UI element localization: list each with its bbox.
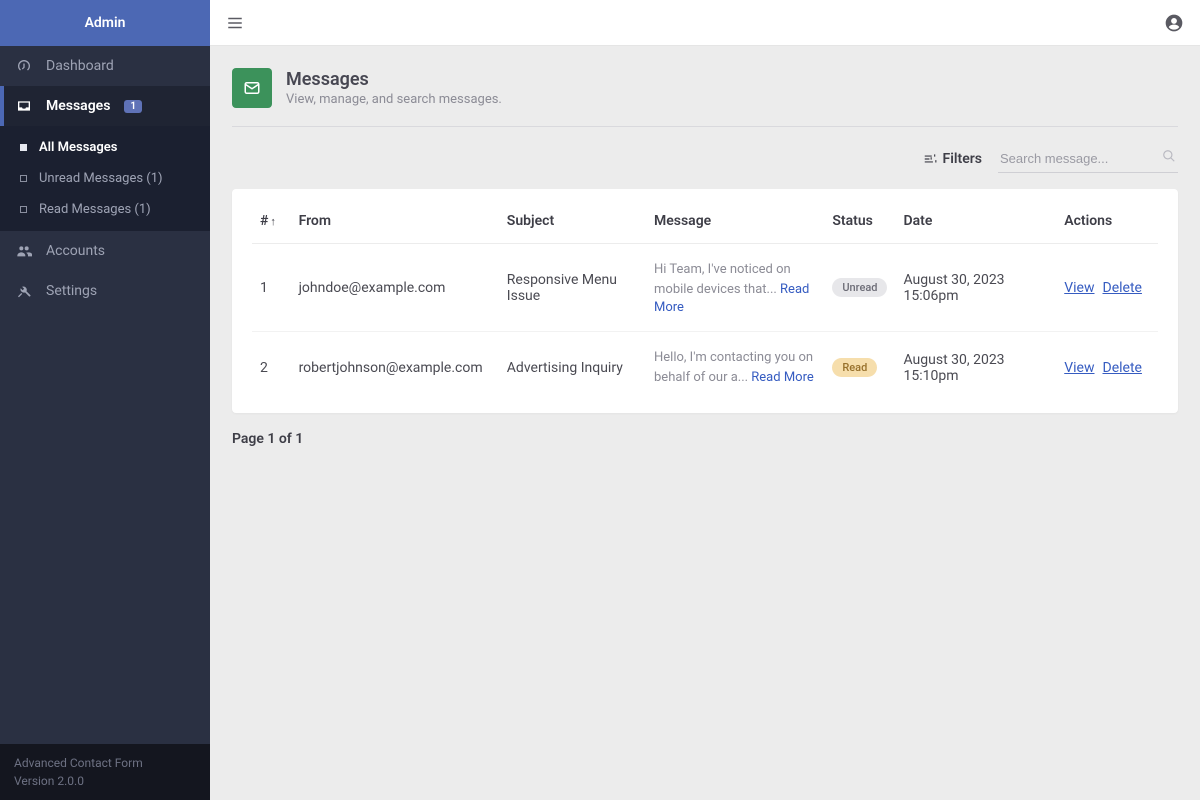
col-message[interactable]: Message (646, 199, 824, 244)
cell-from: johndoe@example.com (291, 244, 499, 332)
delete-link[interactable]: Delete (1103, 280, 1142, 296)
search-input[interactable] (998, 145, 1178, 173)
filters-button[interactable]: Filters (923, 151, 982, 167)
sidebar-footer: Advanced Contact Form Version 2.0.0 (0, 744, 210, 800)
square-bullet-icon (20, 175, 27, 182)
status-badge: Unread (832, 278, 887, 297)
cell-actions: View Delete (1056, 244, 1158, 332)
users-icon (16, 243, 32, 259)
cell-subject: Advertising Inquiry (499, 332, 646, 404)
page-title: Messages (286, 69, 502, 90)
sidebar-item-messages[interactable]: Messages 1 (0, 86, 210, 126)
col-subject[interactable]: Subject (499, 199, 646, 244)
sidebar-item-label: Accounts (46, 243, 105, 259)
sidebar-brand[interactable]: Admin (0, 0, 210, 46)
page-subtitle: View, manage, and search messages. (286, 92, 502, 107)
inbox-icon (16, 98, 32, 114)
col-from[interactable]: From (291, 199, 499, 244)
subnav-read-messages[interactable]: Read Messages (1) (0, 194, 210, 225)
col-number[interactable]: #↑ (252, 199, 291, 244)
status-badge: Read (832, 358, 877, 377)
page-header: Messages View, manage, and search messag… (232, 68, 1178, 127)
cell-number: 2 (252, 332, 291, 404)
sidebar-item-label: Settings (46, 283, 97, 299)
delete-link[interactable]: Delete (1103, 360, 1142, 376)
message-snippet: Hi Team, I've noticed on mobile devices … (654, 262, 791, 297)
messages-subnav: All Messages Unread Messages (1) Read Me… (0, 126, 210, 231)
view-link[interactable]: View (1064, 360, 1094, 376)
filters-label: Filters (943, 151, 982, 167)
square-bullet-icon (20, 206, 27, 213)
unread-count-badge: 1 (124, 100, 142, 113)
cell-message: Hi Team, I've noticed on mobile devices … (646, 244, 824, 332)
cell-subject: Responsive Menu Issue (499, 244, 646, 332)
gauge-icon (16, 58, 32, 74)
col-date[interactable]: Date (895, 199, 1056, 244)
hamburger-icon[interactable] (226, 14, 244, 32)
sidebar: Admin Dashboard Messages 1 All Messages … (0, 0, 210, 800)
sidebar-item-dashboard[interactable]: Dashboard (0, 46, 210, 86)
cell-actions: View Delete (1056, 332, 1158, 404)
col-status[interactable]: Status (824, 199, 895, 244)
cell-status: Read (824, 332, 895, 404)
table-row[interactable]: 1johndoe@example.comResponsive Menu Issu… (252, 244, 1158, 332)
cell-message: Hello, I'm contacting you on behalf of o… (646, 332, 824, 404)
messages-table-card: #↑ From Subject Message Status Date Acti… (232, 189, 1178, 413)
search-icon[interactable] (1162, 149, 1176, 163)
subnav-all-messages[interactable]: All Messages (0, 132, 210, 163)
footer-app-name: Advanced Contact Form (14, 754, 196, 772)
sidebar-item-label: Messages (46, 98, 110, 114)
cell-status: Unread (824, 244, 895, 332)
user-account-icon[interactable] (1164, 13, 1184, 33)
sort-asc-icon: ↑ (270, 215, 276, 228)
sidebar-item-accounts[interactable]: Accounts (0, 231, 210, 271)
sidebar-item-settings[interactable]: Settings (0, 271, 210, 311)
topbar (210, 0, 1200, 46)
pagination-info: Page 1 of 1 (232, 431, 1178, 447)
sliders-icon (923, 152, 937, 166)
footer-version: Version 2.0.0 (14, 772, 196, 790)
table-row[interactable]: 2robertjohnson@example.comAdvertising In… (252, 332, 1158, 404)
subnav-unread-messages[interactable]: Unread Messages (1) (0, 163, 210, 194)
sidebar-item-label: Dashboard (46, 58, 114, 74)
subnav-label: Unread Messages (1) (39, 171, 163, 186)
view-link[interactable]: View (1064, 280, 1094, 296)
messages-table: #↑ From Subject Message Status Date Acti… (252, 199, 1158, 403)
envelope-icon (232, 68, 272, 108)
col-actions: Actions (1056, 199, 1158, 244)
cell-from: robertjohnson@example.com (291, 332, 499, 404)
subnav-label: Read Messages (1) (39, 202, 151, 217)
subnav-label: All Messages (39, 140, 117, 155)
cell-date: August 30, 2023 15:10pm (895, 332, 1056, 404)
square-bullet-icon (20, 144, 27, 151)
read-more-link[interactable]: Read More (751, 370, 813, 385)
cell-date: August 30, 2023 15:06pm (895, 244, 1056, 332)
cell-number: 1 (252, 244, 291, 332)
tools-icon (16, 283, 32, 299)
main-area: Messages View, manage, and search messag… (210, 0, 1200, 800)
